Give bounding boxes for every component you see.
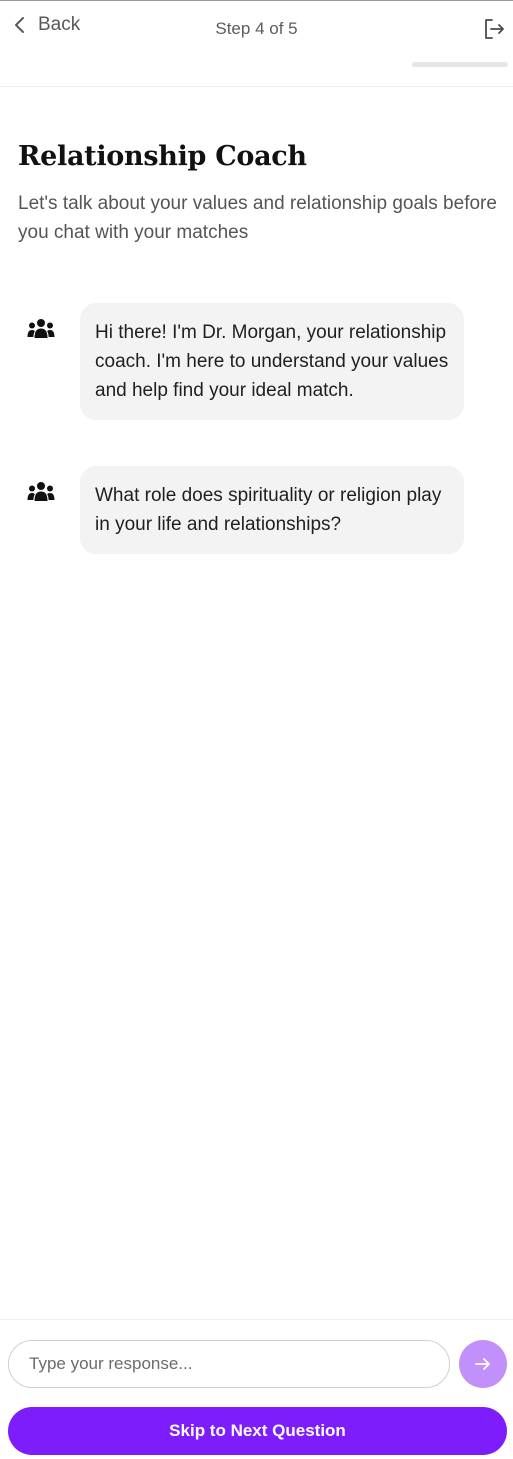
composer-area: Skip to Next Question	[0, 1319, 513, 1459]
page-subtitle: Let's talk about your values and relatio…	[18, 193, 497, 243]
progress-fill	[412, 62, 489, 67]
page-title: Relationship Coach	[18, 141, 307, 172]
people-group-icon	[27, 482, 55, 501]
progress-bar	[412, 62, 508, 67]
logout-icon[interactable]	[482, 17, 506, 41]
skip-question-button[interactable]: Skip to Next Question	[8, 1407, 507, 1455]
arrow-right-icon	[475, 1358, 490, 1370]
top-bar: Back Step 4 of 5	[0, 1, 513, 87]
coach-question-bubble: What role does spirituality or religion …	[80, 466, 464, 554]
onboarding-chat-screen: Back Step 4 of 5 Relationship Coach Let'…	[0, 0, 513, 1459]
question-text: What role does spirituality or religion …	[95, 485, 442, 535]
send-button[interactable]	[459, 1340, 507, 1388]
response-input[interactable]	[8, 1340, 450, 1388]
step-indicator: Step 4 of 5	[215, 19, 298, 38]
coach-message-bubble: Hi there! I'm Dr. Morgan, your relations…	[80, 303, 464, 420]
people-group-icon	[27, 319, 55, 338]
